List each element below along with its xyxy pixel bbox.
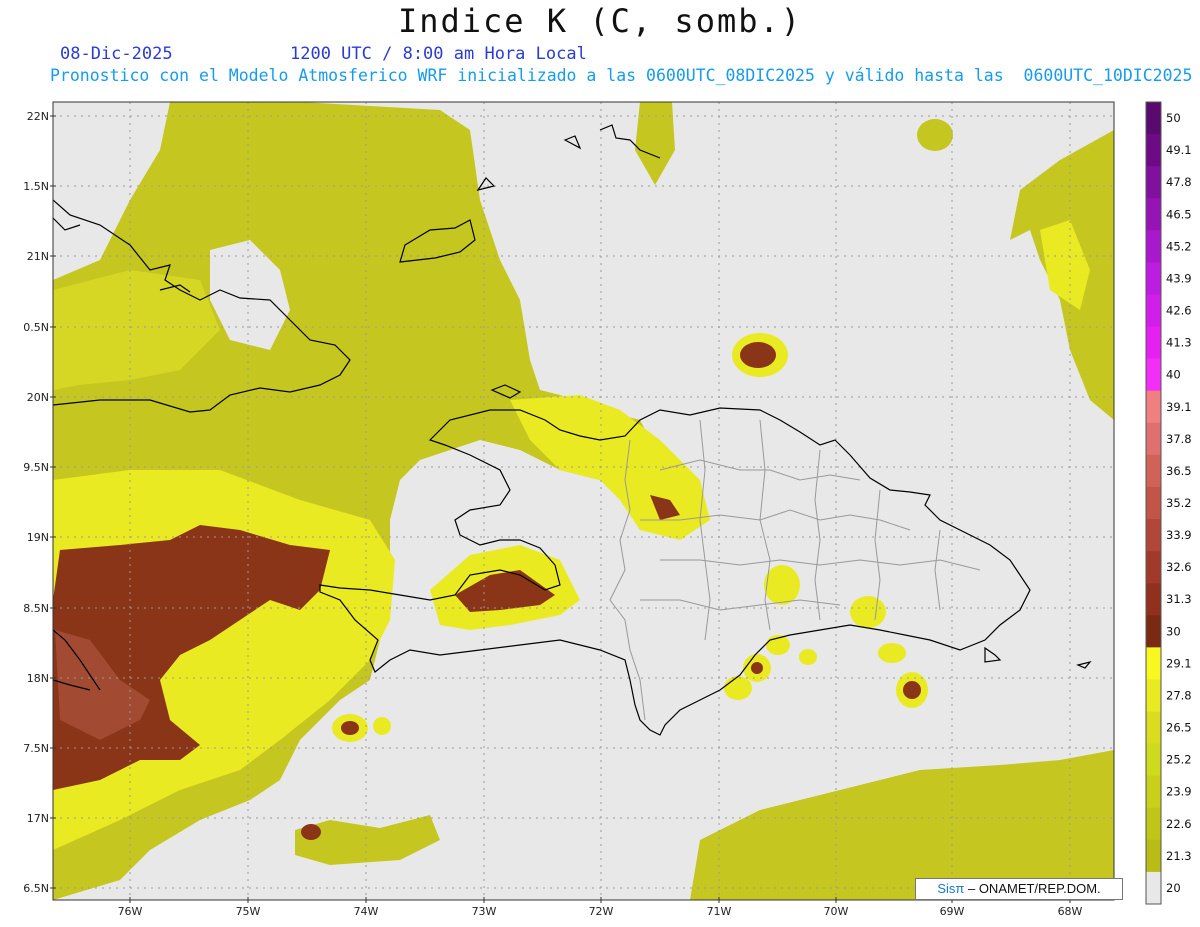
latitude-label: 1.5N — [23, 180, 49, 193]
latitude-label: 17N — [27, 812, 49, 825]
k-index-map: 22N 1.5N 21N 0.5N 20N 9.5N 19N 8.5N 18N 7.5N 17N 6.… — [23, 101, 1192, 918]
colorbar-swatch — [1146, 615, 1161, 648]
colorbar-swatch — [1146, 294, 1161, 328]
longitude-label: 75W — [236, 905, 261, 918]
latitude-label: 18N — [27, 672, 49, 685]
latitude-label: 6.5N — [23, 882, 49, 895]
colorbar-label: 33.9 — [1166, 528, 1192, 542]
colorbar-label: 42.6 — [1166, 304, 1192, 318]
colorbar-label: 46.5 — [1166, 207, 1192, 221]
colorbar-swatch — [1146, 230, 1161, 263]
colorbar-swatch — [1146, 422, 1161, 456]
colorbar-label: 21.3 — [1166, 849, 1192, 863]
colorbar-label: 23.9 — [1166, 785, 1192, 799]
colorbar-label: 22.6 — [1166, 817, 1192, 831]
colorbar-label: 41.3 — [1166, 336, 1192, 350]
colorbar-label: 36.5 — [1166, 464, 1192, 478]
longitude-label: 74W — [354, 905, 379, 918]
colorbar-swatch — [1146, 711, 1161, 745]
longitude-label: 72W — [589, 905, 614, 918]
colorbar-label: 39.1 — [1166, 400, 1192, 414]
colorbar-swatch — [1146, 647, 1161, 680]
latitude-label: 7.5N — [23, 742, 49, 755]
colorbar-label: 20 — [1166, 881, 1181, 895]
colorbar-swatch — [1146, 551, 1161, 584]
colorbar-label: 35.2 — [1166, 496, 1192, 510]
colorbar-label: 49.1 — [1166, 143, 1192, 157]
colorbar-swatch — [1146, 519, 1161, 552]
longitude-label: 69W — [940, 905, 965, 918]
longitude-label: 71W — [707, 905, 732, 918]
colorbar-swatch — [1146, 743, 1161, 777]
colorbar-label: 40 — [1166, 368, 1181, 382]
colorbar-swatch — [1146, 807, 1161, 841]
colorbar-swatch — [1146, 358, 1161, 392]
latitude-label: 22N — [27, 110, 49, 123]
colorbar-swatch — [1146, 166, 1161, 199]
colorbar-swatch — [1146, 486, 1161, 520]
colorbar-swatch — [1146, 134, 1161, 167]
colorbar-swatch — [1146, 454, 1161, 488]
colorbar-swatch — [1146, 839, 1161, 873]
colorbar-label: 25.2 — [1166, 753, 1192, 767]
colorbar-swatch — [1146, 871, 1161, 905]
latitude-label: 20N — [27, 391, 49, 404]
colorbar-swatch — [1146, 775, 1161, 809]
colorbar-swatch — [1146, 198, 1161, 231]
colorbar-label: 27.8 — [1166, 688, 1192, 702]
colorbar-swatch — [1146, 583, 1161, 616]
colorbar-label: 37.8 — [1166, 432, 1192, 446]
latitude-label: 0.5N — [23, 321, 49, 334]
longitude-label: 76W — [118, 905, 143, 918]
longitude-label: 68W — [1058, 905, 1083, 918]
credit-text: – ONAMET/REP.DOM. — [964, 881, 1101, 896]
credit-brand: Sisπ — [937, 881, 965, 896]
colorbar-swatch — [1146, 102, 1161, 135]
colorbar-label: 26.5 — [1166, 721, 1192, 735]
latitude-label: 21N — [27, 250, 49, 263]
latitude-labels: 22N 1.5N 21N 0.5N 20N 9.5N 19N 8.5N 18N 7.5N 17N 6.… — [23, 110, 56, 895]
colorbar-label: 45.2 — [1166, 239, 1192, 253]
latitude-label: 8.5N — [23, 602, 49, 615]
colorbar-label: 31.3 — [1166, 592, 1192, 606]
longitude-label: 73W — [472, 905, 497, 918]
colorbar-swatch — [1146, 679, 1161, 713]
latitude-label: 19N — [27, 531, 49, 544]
longitude-label: 70W — [824, 905, 849, 918]
latitude-label: 9.5N — [23, 461, 49, 474]
colorbar-label: 29.1 — [1166, 656, 1192, 670]
colorbar: 50 49.1 47.8 46.5 45.2 43.9 42.6 41.3 40 39.1 37.8… — [1145, 101, 1192, 905]
colorbar-label: 43.9 — [1166, 271, 1192, 285]
colorbar-label: 30 — [1166, 624, 1181, 638]
colorbar-label: 47.8 — [1166, 175, 1192, 189]
colorbar-label: 32.6 — [1166, 560, 1192, 574]
colorbar-swatch — [1146, 326, 1161, 360]
credit-box: Sisπ – ONAMET/REP.DOM. — [915, 878, 1123, 900]
colorbar-swatch — [1146, 262, 1161, 295]
colorbar-swatch — [1146, 390, 1161, 424]
colorbar-label: 50 — [1166, 111, 1181, 125]
